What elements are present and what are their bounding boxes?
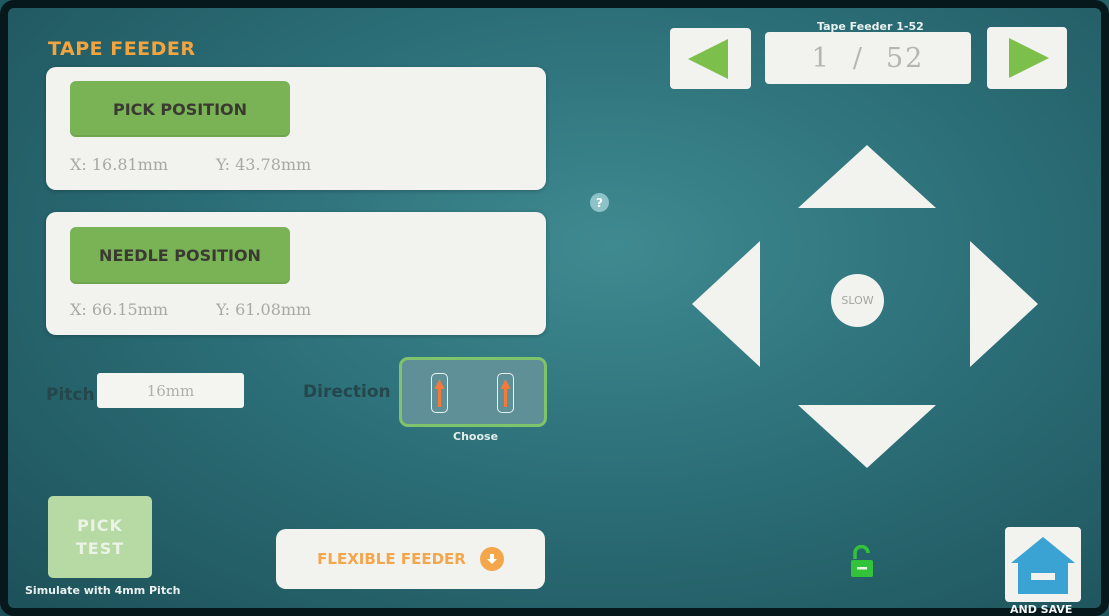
help-icon[interactable]: ? bbox=[590, 193, 609, 212]
pick-x-value: 16.81mm bbox=[91, 155, 169, 174]
save-label: AND SAVE bbox=[1010, 603, 1073, 616]
prev-arrow-icon bbox=[688, 39, 728, 79]
jog-down-button[interactable] bbox=[796, 403, 938, 470]
needle-y-label: Y: bbox=[216, 300, 230, 319]
home-icon bbox=[1011, 537, 1075, 594]
pick-x-label: X: bbox=[70, 155, 87, 174]
orange-arrow-icon bbox=[500, 379, 511, 407]
circle-down-arrow-icon bbox=[479, 547, 504, 571]
feeder-total: 52 bbox=[885, 42, 925, 74]
prev-feeder-button[interactable] bbox=[670, 28, 751, 89]
pitch-label: Pitch bbox=[46, 385, 95, 405]
pick-y-label: Y: bbox=[216, 155, 230, 174]
feeder-separator: / bbox=[852, 42, 864, 74]
flexible-feeder-label: FLEXIBLE FEEDER bbox=[317, 550, 466, 568]
direction-selector[interactable] bbox=[399, 357, 547, 427]
down-arrow-icon bbox=[798, 405, 936, 468]
needle-y-coordinate: Y: 61.08mm bbox=[216, 300, 311, 319]
needle-y-value: 61.08mm bbox=[235, 300, 312, 319]
feed-direction-slot-left bbox=[431, 373, 448, 413]
slow-speed-button[interactable]: SLOW bbox=[831, 274, 884, 327]
feeder-current: 1 bbox=[811, 42, 831, 74]
pick-test-caption: Simulate with 4mm Pitch bbox=[25, 584, 181, 597]
needle-position-panel: NEEDLE POSITION X: 66.15mm Y: 61.08mm bbox=[46, 212, 546, 335]
feed-direction-slot-right bbox=[497, 373, 514, 413]
unlock-icon[interactable] bbox=[850, 545, 874, 579]
direction-label: Direction bbox=[303, 382, 391, 402]
needle-position-button[interactable]: NEEDLE POSITION bbox=[70, 227, 290, 284]
pick-test-line1: PICK bbox=[77, 516, 123, 535]
jog-left-button[interactable] bbox=[690, 239, 762, 369]
pitch-input[interactable]: 16mm bbox=[97, 373, 244, 408]
flexible-feeder-button[interactable]: FLEXIBLE FEEDER bbox=[276, 529, 545, 589]
needle-x-value: 66.15mm bbox=[91, 300, 169, 319]
orange-arrow-icon bbox=[434, 379, 445, 407]
feeder-counter: 1 / 52 bbox=[765, 32, 971, 84]
pick-test-button[interactable]: PICK TEST bbox=[48, 496, 152, 578]
page-title: TAPE FEEDER bbox=[48, 38, 196, 60]
pick-y-coordinate: Y: 43.78mm bbox=[216, 155, 311, 174]
pick-x-coordinate: X: 16.81mm bbox=[70, 155, 168, 174]
right-arrow-icon bbox=[970, 241, 1038, 367]
needle-x-label: X: bbox=[70, 300, 87, 319]
pick-test-line2: TEST bbox=[75, 539, 125, 558]
home-save-button[interactable] bbox=[1005, 527, 1081, 602]
up-arrow-icon bbox=[798, 145, 936, 208]
left-arrow-icon bbox=[692, 241, 760, 367]
next-arrow-icon bbox=[1009, 38, 1049, 78]
pick-position-panel: PICK POSITION X: 16.81mm Y: 43.78mm bbox=[46, 67, 546, 190]
pick-position-button[interactable]: PICK POSITION bbox=[70, 81, 290, 137]
next-feeder-button[interactable] bbox=[987, 27, 1067, 89]
pick-y-value: 43.78mm bbox=[235, 155, 312, 174]
jog-right-button[interactable] bbox=[968, 239, 1040, 369]
needle-x-coordinate: X: 66.15mm bbox=[70, 300, 168, 319]
jog-up-button[interactable] bbox=[796, 143, 938, 210]
direction-choose-label: Choose bbox=[453, 430, 499, 443]
